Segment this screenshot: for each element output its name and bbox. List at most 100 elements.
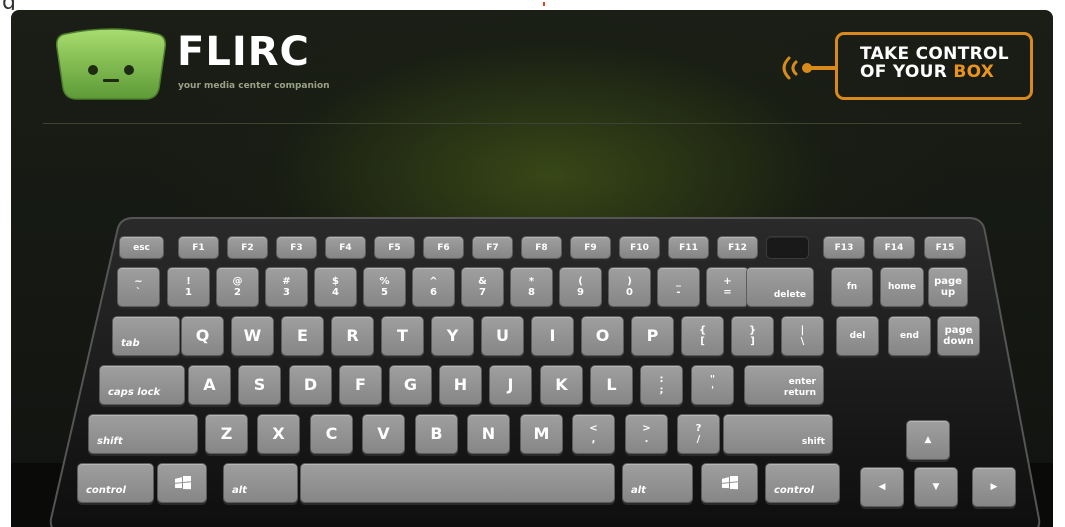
key-backtick[interactable]: ~ `	[117, 267, 160, 307]
key-left-bracket[interactable]: {[	[681, 316, 724, 356]
key-esc[interactable]: esc	[119, 236, 164, 259]
key-j[interactable]: J	[489, 365, 532, 405]
key-y[interactable]: Y	[431, 316, 474, 356]
key-x[interactable]: X	[257, 414, 300, 454]
key-slash[interactable]: ? /	[677, 414, 720, 454]
key-f10[interactable]: F10	[619, 236, 660, 259]
key-fn[interactable]: fn	[831, 267, 873, 307]
key-delete[interactable]: delete	[746, 267, 814, 307]
key-f11[interactable]: F11	[668, 236, 709, 259]
windows-icon	[722, 476, 738, 490]
key-f2[interactable]: F2	[227, 236, 268, 259]
promo-line-2: OF YOUR BOX	[860, 63, 1030, 81]
key-f1[interactable]: F1	[178, 236, 219, 259]
key-z[interactable]: Z	[205, 414, 248, 454]
key-s[interactable]: S	[238, 365, 281, 405]
key-r[interactable]: R	[331, 316, 374, 356]
key-comma[interactable]: <,	[572, 414, 615, 454]
key-space[interactable]	[300, 463, 615, 503]
key-w[interactable]: W	[231, 316, 274, 356]
windows-icon	[175, 476, 191, 490]
key-1[interactable]: ! 1	[167, 267, 210, 307]
key-g[interactable]: G	[389, 365, 432, 405]
brand-title: FLIRC	[177, 29, 310, 75]
brand-tagline: your media center companion	[178, 81, 330, 91]
key-equals[interactable]: + =	[706, 267, 749, 307]
key-6[interactable]: ^ 6	[412, 267, 455, 307]
key-l[interactable]: L	[590, 365, 633, 405]
header-divider	[43, 123, 1021, 124]
key-u[interactable]: U	[481, 316, 524, 356]
key-right-control[interactable]: control	[765, 463, 840, 503]
key-e[interactable]: E	[281, 316, 324, 356]
key-n[interactable]: N	[467, 414, 510, 454]
key-o[interactable]: O	[581, 316, 624, 356]
key-del[interactable]: del	[836, 316, 879, 356]
previous-page-text-strip: g	[0, 0, 1065, 10]
promo-line-1: TAKE CONTROL	[860, 44, 1009, 64]
key-backslash[interactable]: | \	[781, 316, 824, 356]
key-k[interactable]: K	[540, 365, 583, 405]
key-left-windows[interactable]	[157, 463, 207, 503]
key-h[interactable]: H	[439, 365, 482, 405]
key-f12[interactable]: F12	[717, 236, 758, 259]
key-8[interactable]: * 8	[510, 267, 553, 307]
key-left-alt[interactable]: alt	[223, 463, 298, 503]
key-right-windows[interactable]	[701, 463, 758, 503]
key-tab[interactable]: tab	[112, 316, 180, 356]
key-page-down[interactable]: page down	[937, 316, 980, 356]
key-f4[interactable]: F4	[325, 236, 366, 259]
key-f7[interactable]: F7	[472, 236, 513, 259]
key-f6[interactable]: F6	[423, 236, 464, 259]
key-arrow-up[interactable]: ▲	[906, 420, 950, 460]
text-cursor	[543, 2, 545, 6]
key-end[interactable]: end	[888, 316, 931, 356]
promo-badge: TAKE CONTROL OF YOUR BOX	[835, 32, 1033, 100]
key-arrow-left[interactable]: ◀	[860, 467, 904, 507]
key-q[interactable]: Q	[181, 316, 224, 356]
key-5[interactable]: % 5	[363, 267, 406, 307]
key-3[interactable]: #3	[265, 267, 308, 307]
key-home[interactable]: home	[880, 267, 924, 307]
key-blank[interactable]	[766, 236, 809, 259]
key-f13[interactable]: F13	[823, 236, 865, 259]
key-7[interactable]: & 7	[461, 267, 504, 307]
key-left-shift[interactable]: shift	[88, 414, 198, 454]
key-c[interactable]: C	[310, 414, 353, 454]
flirc-keyboard-app: FLIRC your media center companion TAKE C…	[11, 10, 1053, 527]
key-right-bracket[interactable]: }]	[731, 316, 774, 356]
key-f[interactable]: F	[339, 365, 382, 405]
key-4[interactable]: $4	[314, 267, 357, 307]
key-2[interactable]: @2	[216, 267, 259, 307]
key-arrow-right[interactable]: ▶	[972, 467, 1016, 507]
key-f5[interactable]: F5	[374, 236, 415, 259]
key-enter[interactable]: enter return	[744, 365, 824, 405]
promo-line-2-prefix: OF YOUR	[860, 62, 954, 82]
key-period[interactable]: >.	[625, 414, 668, 454]
key-minus[interactable]: _ -	[657, 267, 700, 307]
key-0[interactable]: ) 0	[608, 267, 651, 307]
key-a[interactable]: A	[188, 365, 231, 405]
key-p[interactable]: P	[631, 316, 674, 356]
key-semicolon[interactable]: :;	[640, 365, 683, 405]
key-page-up[interactable]: page up	[928, 267, 968, 307]
key-right-shift[interactable]: shift	[723, 414, 833, 454]
key-arrow-down[interactable]: ▼	[914, 467, 958, 507]
previous-page-text: g	[2, 0, 16, 10]
key-b[interactable]: B	[415, 414, 458, 454]
key-left-control[interactable]: control	[77, 463, 154, 503]
key-f14[interactable]: F14	[873, 236, 915, 259]
key-i[interactable]: I	[531, 316, 574, 356]
key-f8[interactable]: F8	[521, 236, 562, 259]
key-right-alt[interactable]: alt	[622, 463, 693, 503]
key-t[interactable]: T	[381, 316, 424, 356]
key-f9[interactable]: F9	[570, 236, 611, 259]
key-caps-lock[interactable]: caps lock	[99, 365, 185, 405]
key-f15[interactable]: F15	[924, 236, 966, 259]
key-v[interactable]: V	[362, 414, 405, 454]
key-m[interactable]: M	[520, 414, 563, 454]
key-f3[interactable]: F3	[276, 236, 317, 259]
key-d[interactable]: D	[289, 365, 332, 405]
key-9[interactable]: (9	[559, 267, 602, 307]
key-quote[interactable]: " '	[691, 365, 734, 405]
